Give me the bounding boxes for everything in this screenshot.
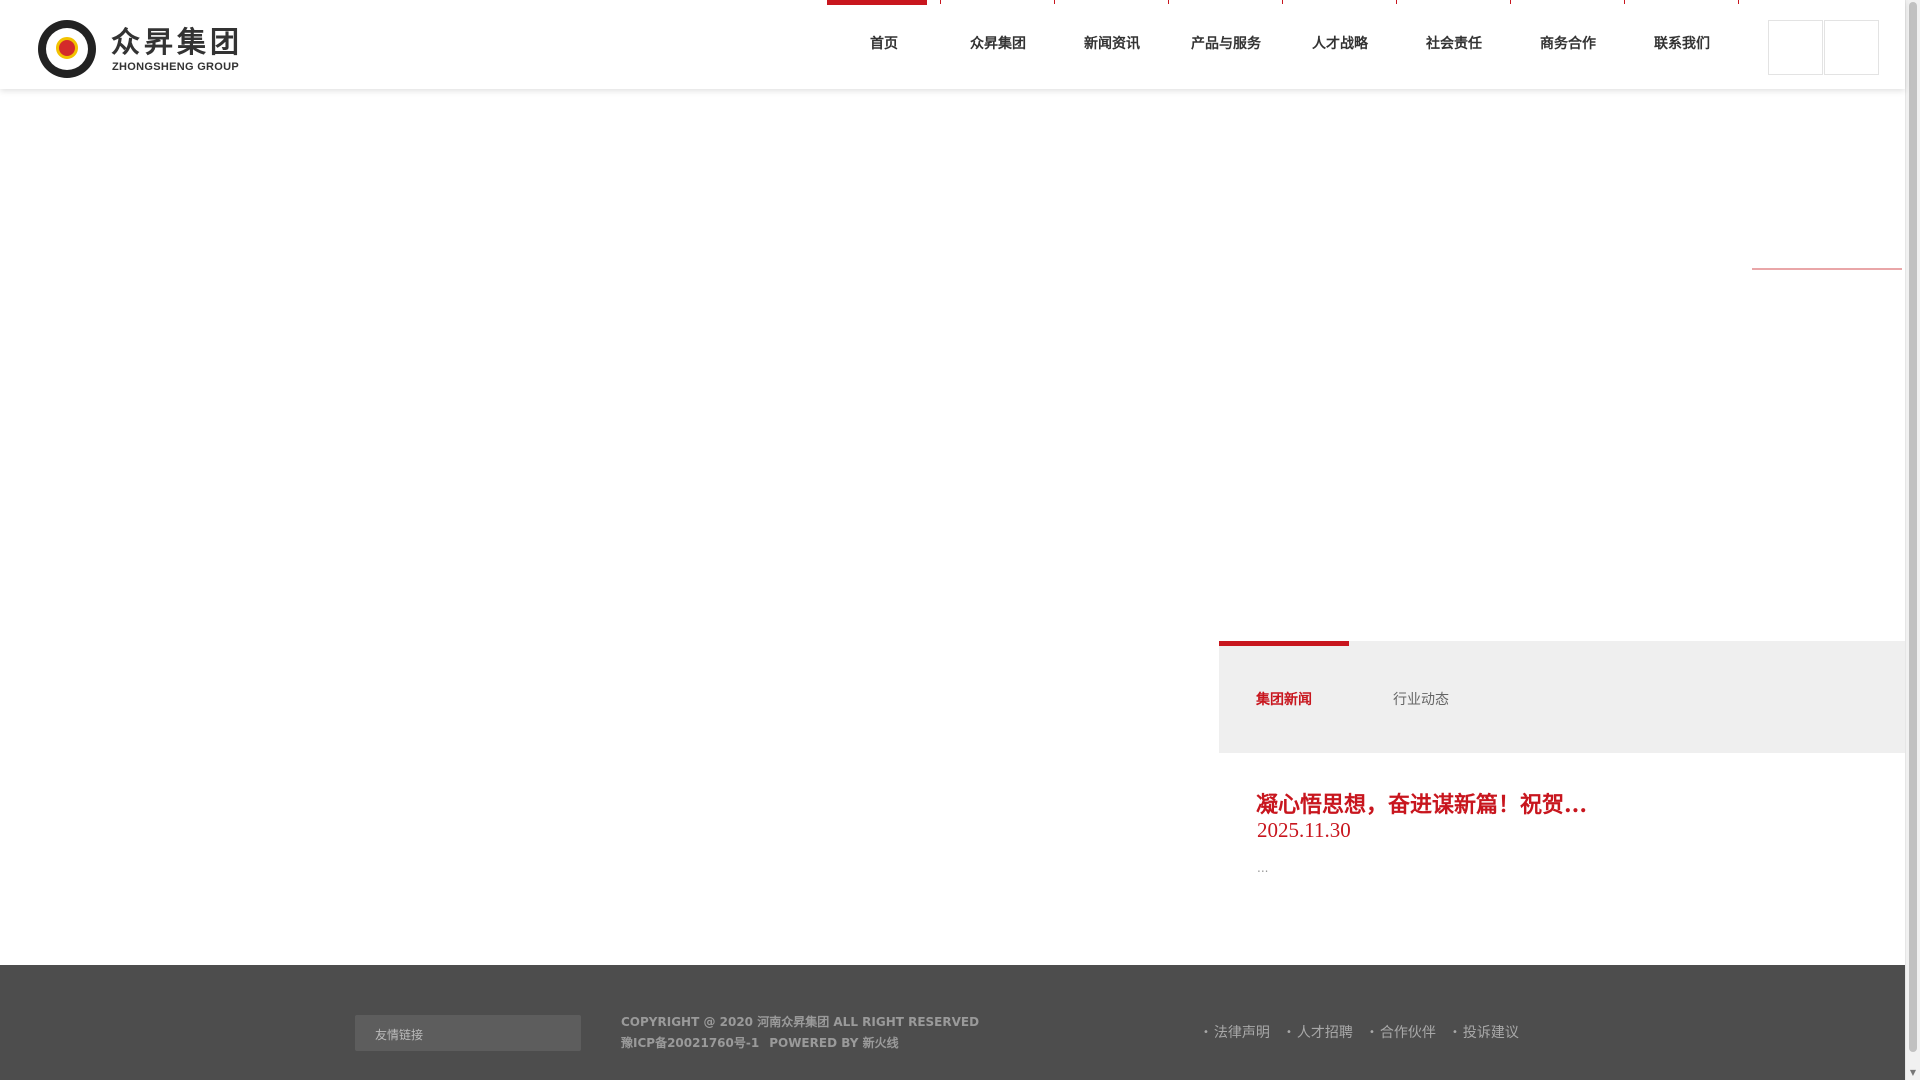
nav-item-home[interactable]: 首页 — [827, 0, 941, 89]
header-button-2[interactable] — [1824, 20, 1879, 75]
powered-by[interactable]: POWERED BY 新火线 — [769, 1036, 898, 1050]
nav-item-social[interactable]: 社会责任 — [1397, 0, 1511, 89]
nav-item-contact[interactable]: 联系我们 — [1625, 0, 1739, 89]
news-tabs: 集团新闻 行业动态 — [1219, 641, 1905, 753]
news-summary: ... — [1257, 861, 1269, 875]
friend-links-select[interactable]: 友情链接 — [355, 1015, 581, 1051]
footer-links: • 法律声明 • 人才招聘 • 合作伙伴 • 投诉建议 — [1203, 1022, 1530, 1042]
nav-item-talent[interactable]: 人才战略 — [1283, 0, 1397, 89]
logo-text-en: ZHONGSHENG GROUP — [112, 61, 240, 73]
scroll-thumb[interactable] — [1909, 2, 1917, 1052]
site-footer: 友情链接 COPYRIGHT @ 2020 河南众昇集团 ALL RIGHT R… — [0, 965, 1905, 1080]
logo-emblem — [38, 20, 96, 78]
footer-meta: 豫ICP备20021760号-1 POWERED BY 新火线 — [621, 1034, 899, 1051]
footer-link-partners[interactable]: • 合作伙伴 — [1369, 1022, 1436, 1042]
news-date: 2025.11.30 — [1257, 818, 1351, 842]
copyright-text: COPYRIGHT @ 2020 河南众昇集团 ALL RIGHT RESERV… — [621, 1015, 980, 1029]
page-scrollbar[interactable]: ▼ — [1905, 0, 1920, 1080]
nav-item-business[interactable]: 商务合作 — [1511, 0, 1625, 89]
friend-links-label: 友情链接 — [375, 1028, 424, 1042]
logo-text-cn: 众昇集团 — [111, 25, 244, 59]
banner-divider — [1752, 268, 1902, 270]
tab-industry-news[interactable]: 行业动态 — [1393, 689, 1449, 709]
nav-item-products[interactable]: 产品与服务 — [1169, 0, 1283, 89]
header-button-1[interactable] — [1768, 20, 1823, 75]
icp-link[interactable]: 豫ICP备20021760号-1 — [621, 1036, 759, 1050]
logo[interactable]: 众昇集团 ZHONGSHENG GROUP — [38, 20, 253, 82]
footer-link-jobs[interactable]: • 人才招聘 — [1286, 1022, 1353, 1042]
active-tab-indicator — [1219, 641, 1349, 646]
footer-link-complaints[interactable]: • 投诉建议 — [1452, 1022, 1519, 1042]
tab-group-news[interactable]: 集团新闻 — [1256, 689, 1312, 709]
scroll-down-icon[interactable]: ▼ — [1907, 1068, 1919, 1078]
news-title[interactable]: 凝心悟思想，奋进谋新篇！祝贺... — [1256, 787, 1587, 819]
site-header: 众昇集团 ZHONGSHENG GROUP 首页 众昇集团 新闻资讯 产品与服务… — [0, 0, 1905, 89]
nav-item-group[interactable]: 众昇集团 — [941, 0, 1055, 89]
news-panel: 集团新闻 行业动态 凝心悟思想，奋进谋新篇！祝贺... 2025.11.30 .… — [1219, 641, 1905, 965]
footer-link-legal[interactable]: • 法律声明 — [1203, 1022, 1270, 1042]
nav-item-news[interactable]: 新闻资讯 — [1055, 0, 1169, 89]
